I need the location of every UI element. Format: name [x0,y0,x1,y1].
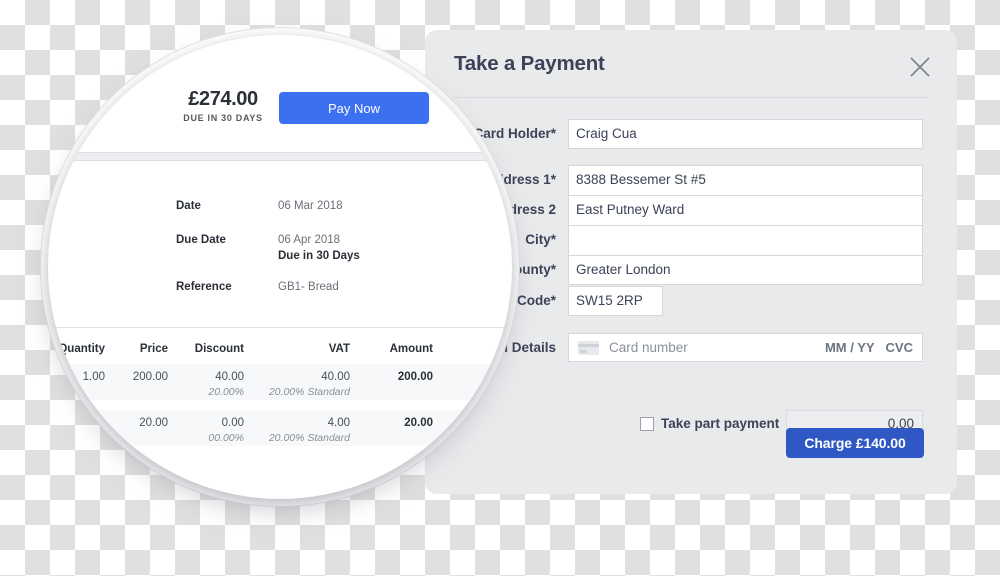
invoice-line-items-table: Quantity Price Discount VAT Amount 1.00 … [48,336,512,446]
invoice-magnifier-circle: £274.00 DUE IN 30 DAYS Pay Now Date 06 M… [48,35,512,499]
take-part-payment-label: Take part payment [661,416,780,431]
table-row: 20.00 0.00 00.00% 4.00 20.00% Standard 2… [48,410,512,446]
cell-vat-rate: 20.00% Standard [268,432,350,444]
card-expiry-input[interactable]: MM / YY [825,334,875,361]
invoice-due-terms-value: Due in 30 Days [278,250,360,262]
cell-price-value: 20.00 [139,417,168,429]
cell-price: 20.00 [110,410,168,431]
cell-discount-value: 40.00 [215,371,244,383]
invoice-date-label: Date [176,200,201,212]
card-holder-input[interactable]: Craig Cua [568,119,923,149]
cell-vat: 40.00 20.00% Standard [250,364,350,399]
card-number-input[interactable]: Card number [609,334,814,361]
invoice-total-amount: £274.00 [188,88,258,110]
cell-discount: 40.00 20.00% [172,364,244,399]
cell-vat: 4.00 20.00% Standard [250,410,350,445]
pay-now-button[interactable]: Pay Now [279,92,429,124]
cell-vat-value: 4.00 [327,417,350,429]
invoice-due-date-value: 06 Apr 2018 [278,234,341,246]
column-header-discount: Discount [194,343,244,355]
cell-amount-value: 20.00 [404,417,433,429]
cell-discount: 0.00 00.00% [172,410,244,445]
column-header-vat: VAT [328,343,350,355]
take-part-payment-checkbox[interactable] [640,417,654,431]
cell-quantity: 1.00 [48,364,105,385]
column-header-quantity: Quantity [58,343,105,355]
county-input[interactable]: Greater London [568,255,923,285]
table-header-row: Quantity Price Discount VAT Amount [48,336,512,364]
column-header-price: Price [139,343,168,355]
city-input[interactable] [568,225,923,255]
cell-vat-rate: 20.00% Standard [268,386,350,398]
cell-discount-value: 0.00 [221,417,244,429]
cell-quantity [48,410,105,416]
address1-input[interactable]: 8388 Bessemer St #5 [568,165,923,195]
invoice-reference-value: GB1- Bread [278,281,339,293]
close-icon[interactable] [909,56,931,78]
invoice-preview: £274.00 DUE IN 30 DAYS Pay Now Date 06 M… [48,35,512,499]
invoice-amount-block: £274.00 DUE IN 30 DAYS [182,88,264,123]
cell-vat-value: 40.00 [321,371,350,383]
column-header-amount: Amount [389,343,433,355]
cell-price-value: 200.00 [132,371,168,383]
cell-amount: 20.00 [358,410,433,431]
address2-input[interactable]: East Putney Ward [568,195,923,225]
cell-discount-percent: 00.00% [208,432,244,444]
credit-card-icon [578,340,599,355]
table-row: 1.00 200.00 40.00 20.00% 40.00 20.00% St… [48,364,512,400]
card-details-input-group[interactable]: Card number MM / YY CVC [568,333,923,362]
invoice-divider-mid [48,327,512,328]
cell-quantity-value [48,410,105,416]
header-divider [454,97,929,98]
cell-discount-percent: 20.00% [208,386,244,398]
cell-price: 200.00 [110,364,168,385]
invoice-reference-label: Reference [176,281,232,293]
post-code-input[interactable]: SW15 2RP [568,286,663,316]
cell-quantity-value: 1.00 [82,371,105,383]
invoice-divider-top [60,152,490,161]
invoice-due-note: DUE IN 30 DAYS [183,113,263,123]
cell-amount-value: 200.00 [397,371,433,383]
invoice-due-date-label: Due Date [176,234,226,246]
cell-amount: 200.00 [358,364,433,385]
card-cvc-input[interactable]: CVC [886,334,913,361]
charge-button[interactable]: Charge £140.00 [786,428,924,458]
invoice-date-value: 06 Mar 2018 [278,200,343,212]
